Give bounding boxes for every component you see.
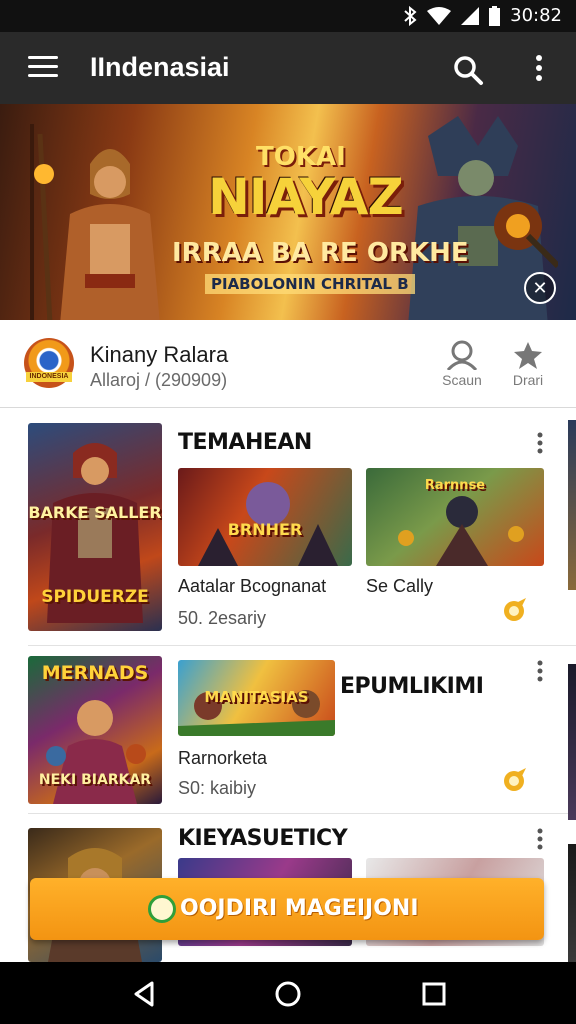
status-icons: 30:82 bbox=[403, 5, 562, 26]
thumb-label: BRNHER bbox=[227, 520, 303, 539]
coin-icon bbox=[504, 598, 526, 621]
game-name[interactable]: Rarnorketa bbox=[178, 748, 267, 769]
hamburger-menu-icon[interactable] bbox=[28, 56, 58, 78]
publisher-subtitle: Allaroj / (290909) bbox=[90, 370, 228, 390]
battery-icon bbox=[489, 5, 501, 26]
game-meta: 50. 2esariy bbox=[178, 608, 267, 628]
drari-label: Drari bbox=[512, 372, 544, 388]
side-peek-card[interactable] bbox=[568, 664, 576, 820]
section-title: KIEYASUETICY bbox=[178, 826, 348, 851]
banner-subtitle: IRRAA BA RE ORKHE bbox=[172, 238, 469, 268]
app-title: IIndenasiai bbox=[90, 52, 230, 82]
recents-icon[interactable] bbox=[420, 980, 448, 1008]
home-icon[interactable] bbox=[274, 980, 302, 1008]
game-meta: S0: kaibiy bbox=[178, 778, 257, 798]
status-time: 30:82 bbox=[510, 5, 562, 26]
status-bar: 30:82 bbox=[0, 0, 576, 32]
section-card: BARKE SALLER SPIDUERZE TEMAHEAN BRNHER R… bbox=[28, 420, 576, 646]
publisher-avatar-tag: INDONESIA bbox=[26, 372, 72, 382]
side-peek-card[interactable] bbox=[568, 420, 576, 590]
bluetooth-icon bbox=[404, 5, 417, 26]
banner-logo: NIAYAZ bbox=[208, 168, 404, 226]
search-icon[interactable] bbox=[452, 54, 484, 86]
back-icon[interactable] bbox=[130, 980, 158, 1008]
coin-icon bbox=[504, 768, 526, 791]
publisher-row[interactable]: INDONESIA Kinany Ralara Allaroj / (29090… bbox=[0, 320, 576, 408]
install-label: OOJDIRI MAGEIJONI bbox=[180, 896, 419, 921]
poster-label: MERNADS bbox=[41, 662, 149, 684]
promo-banner[interactable]: TOKAI NIAYAZ IRRAA BA RE ORKHE PIABOLONI… bbox=[0, 104, 576, 320]
game-name[interactable]: Se Cally bbox=[366, 576, 433, 597]
wifi-icon bbox=[427, 6, 452, 25]
more-vertical-icon[interactable] bbox=[536, 828, 544, 850]
section-poster[interactable]: MERNADS NEKI BIARKAR bbox=[28, 656, 162, 804]
drari-button[interactable]: Drari bbox=[498, 340, 558, 388]
side-peek-card[interactable] bbox=[568, 844, 576, 962]
game-thumbnail[interactable]: Rarnnse bbox=[366, 468, 544, 566]
scaun-button[interactable]: Scaun bbox=[432, 340, 492, 388]
game-thumbnail[interactable]: MANITASIAS bbox=[178, 660, 335, 736]
banner-tagline: PIABOLONIN CHRITAL B bbox=[205, 274, 415, 294]
install-button[interactable]: OOJDIRI MAGEIJONI bbox=[30, 878, 544, 940]
poster-top-label: BARKE SALLER bbox=[28, 503, 162, 522]
app-bar: IIndenasiai bbox=[0, 32, 576, 104]
close-icon[interactable]: ✕ bbox=[524, 272, 556, 304]
scaun-label: Scaun bbox=[442, 372, 482, 388]
section-title: EPUMLIKIMI bbox=[340, 674, 484, 699]
more-vertical-icon[interactable] bbox=[528, 54, 550, 82]
more-vertical-icon[interactable] bbox=[536, 432, 544, 454]
section-poster[interactable]: BARKE SALLER SPIDUERZE bbox=[28, 423, 162, 631]
thumb-art bbox=[198, 482, 338, 566]
system-nav-bar bbox=[0, 962, 576, 1024]
user-icon bbox=[446, 340, 478, 370]
publisher-name: Kinany Ralara bbox=[90, 342, 229, 367]
poster-bottom-label: NEKI BIARKAR bbox=[38, 772, 152, 788]
game-name[interactable]: Aatalar Bcognanat bbox=[178, 576, 326, 597]
play-icon bbox=[148, 895, 176, 923]
section-card: MERNADS NEKI BIARKAR MANITASIAS EPUMLIKI… bbox=[28, 648, 576, 814]
section-title: TEMAHEAN bbox=[178, 430, 312, 455]
thumb-label: MANITASIAS bbox=[204, 688, 309, 706]
app-screen: 30:82 IIndenasiai TOKAI NIAYAZ IRRAA BA … bbox=[0, 0, 576, 1024]
game-thumbnail[interactable]: BRNHER bbox=[178, 468, 352, 566]
thumb-label: Rarnnse bbox=[424, 478, 486, 493]
star-badge-icon bbox=[514, 342, 542, 369]
more-vertical-icon[interactable] bbox=[536, 660, 544, 682]
hero-warrior-left-image bbox=[30, 124, 160, 320]
signal-icon bbox=[461, 6, 480, 25]
poster-label: SPIDUERZE bbox=[41, 587, 149, 607]
